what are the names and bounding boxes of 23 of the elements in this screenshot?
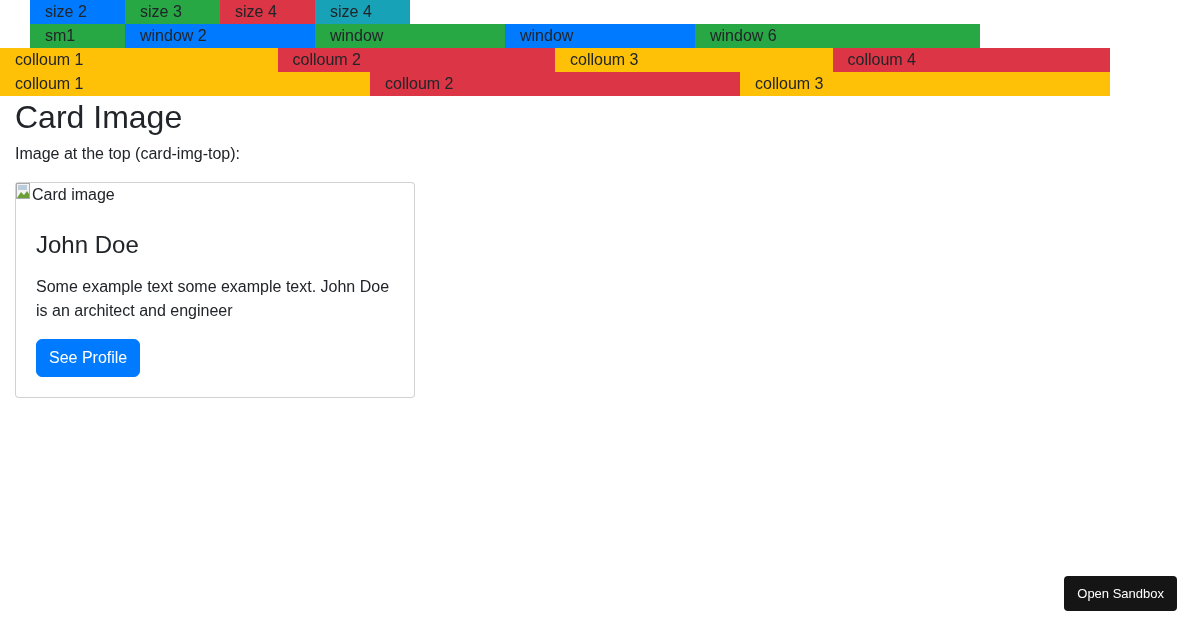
grid-column: size 4 <box>315 0 410 24</box>
grid-column: colloum 4 <box>832 48 1110 72</box>
grid-column: colloum 3 <box>555 48 833 72</box>
grid-column: size 4 <box>220 0 315 24</box>
grid-column: colloum 2 <box>277 48 555 72</box>
card-title: John Doe <box>36 230 140 260</box>
grid-column: window 2 <box>125 24 315 48</box>
grid-column: size 2 <box>30 0 125 24</box>
see-profile-button[interactable]: See Profile <box>36 339 141 377</box>
card-text: Some example text some example text. John Doe is an architect and engineer <box>36 277 391 321</box>
grid-column: window <box>505 24 695 48</box>
grid-column: colloum 3 <box>740 72 1110 96</box>
grid-column: sm1 <box>30 24 125 48</box>
grid-column: size 3 <box>125 0 220 24</box>
grid-column: colloum 1 <box>0 48 278 72</box>
grid-column: window 6 <box>695 24 980 48</box>
open-sandbox-button[interactable]: Open Sandbox <box>1064 575 1177 611</box>
grid-column: colloum 2 <box>370 72 740 96</box>
intro-text: Image at the top (card-img-top): <box>14 144 241 164</box>
grid-column: colloum 1 <box>0 72 370 96</box>
page-heading: Card Image <box>14 98 184 136</box>
image-alt-text: Card image <box>32 185 115 205</box>
grid-column: window <box>315 24 505 48</box>
